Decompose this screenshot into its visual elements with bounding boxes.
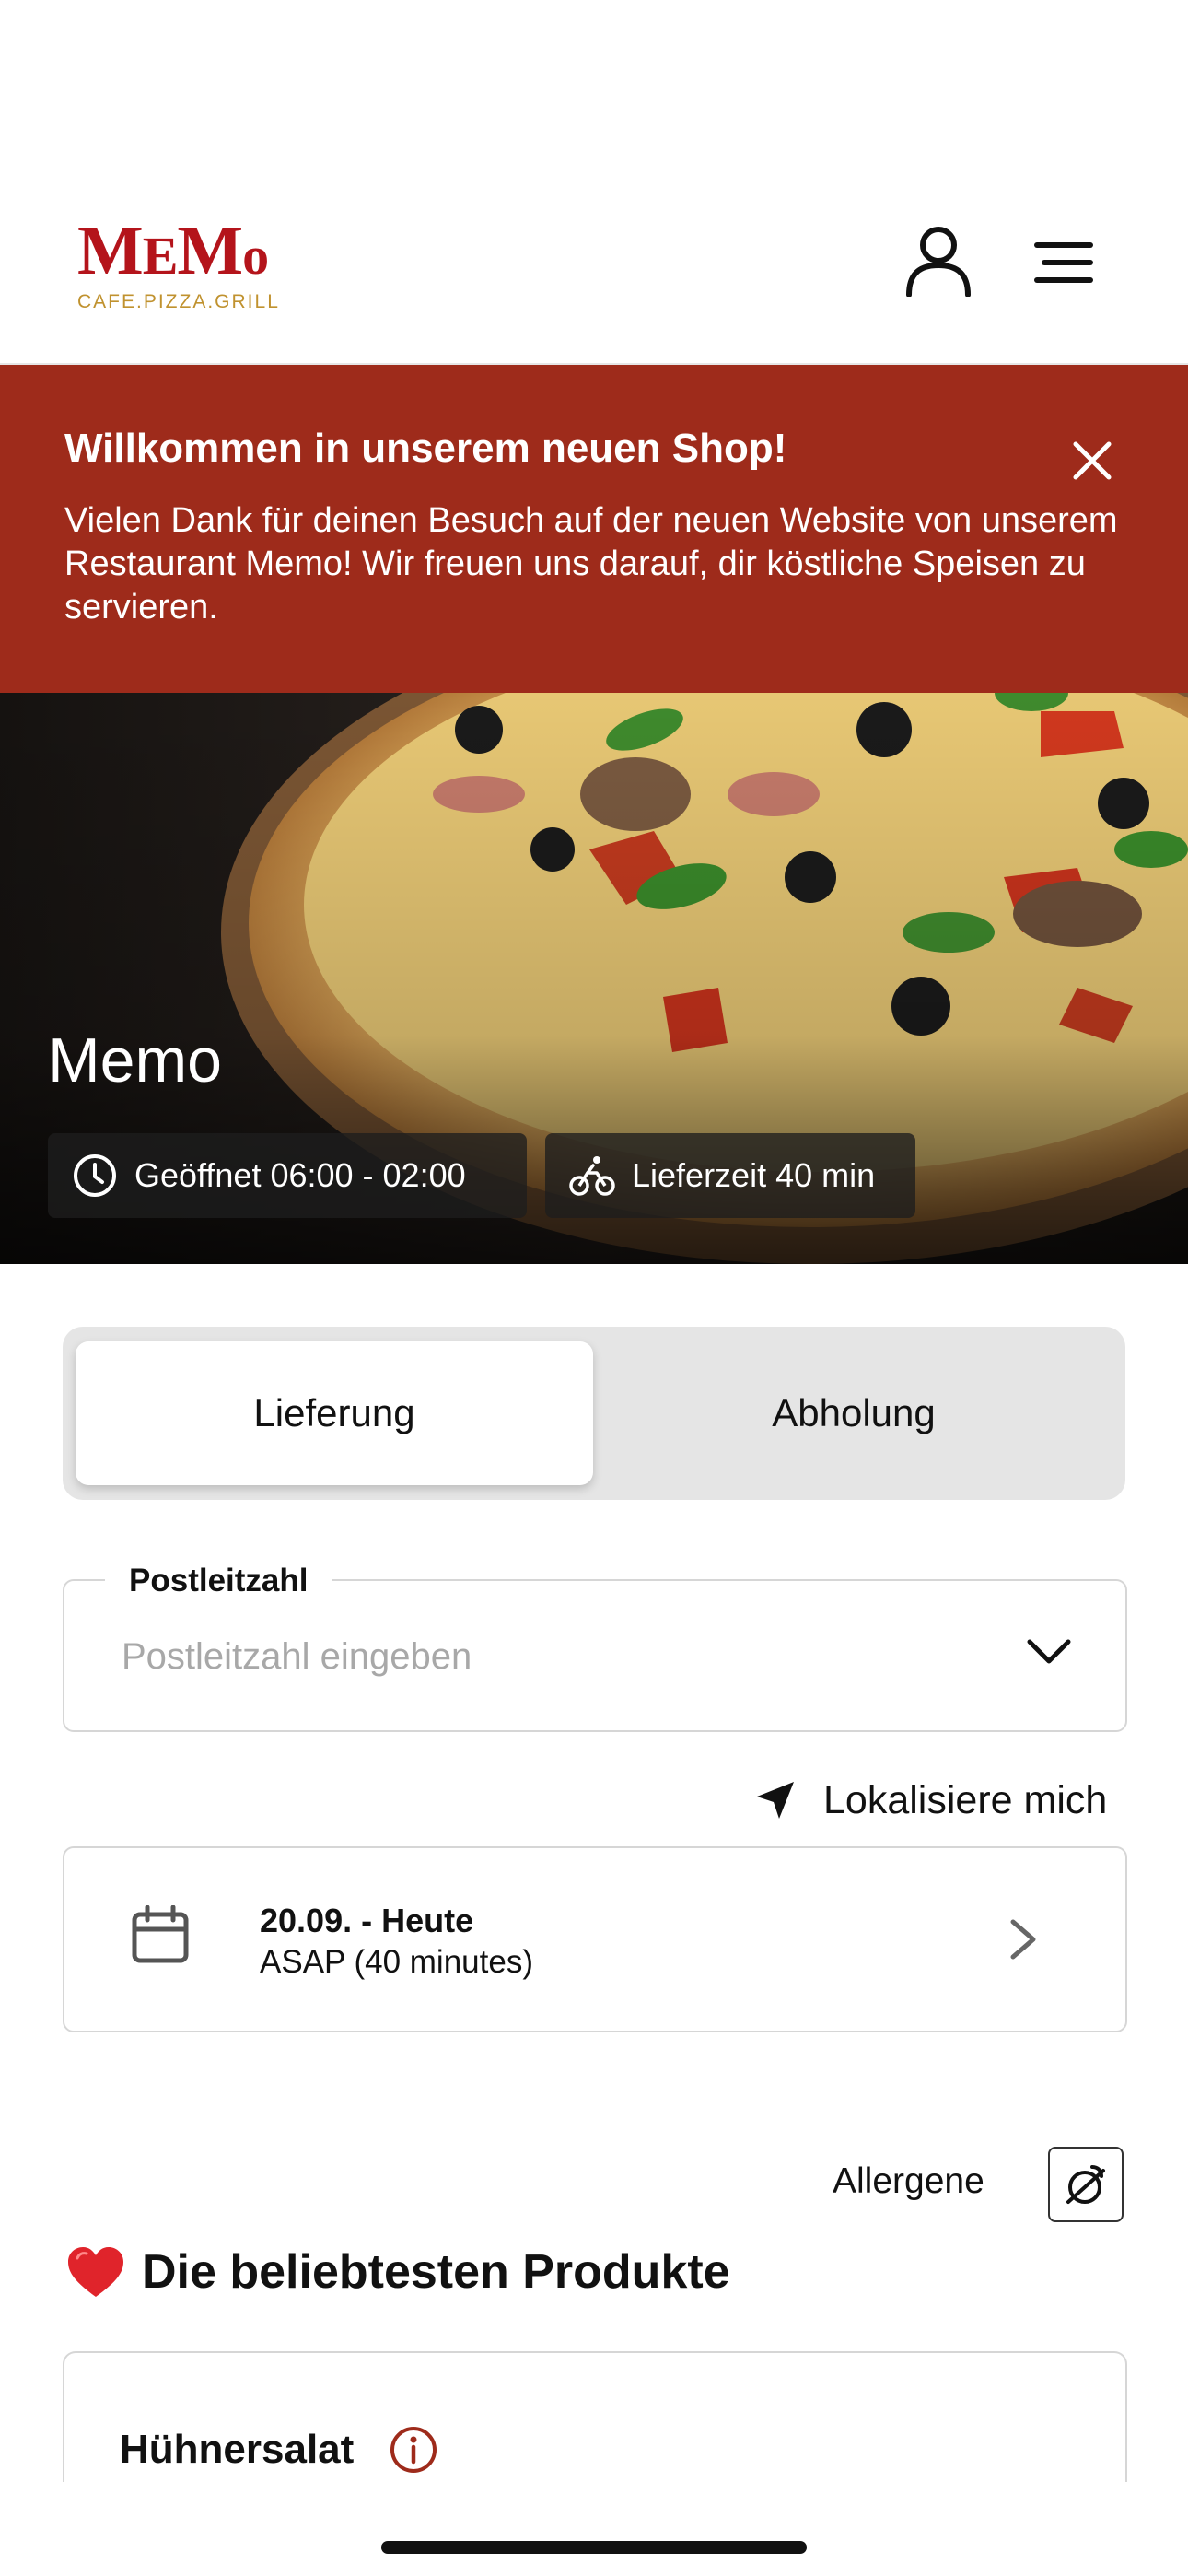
delivery-date-selector[interactable]: 20.09. - Heute ASAP (40 minutes) bbox=[63, 1846, 1127, 2032]
postcode-field[interactable]: Postleitzahl Postleitzahl eingeben bbox=[63, 1563, 1127, 1732]
locate-me-button[interactable]: Lokalisiere mich bbox=[755, 1773, 1107, 1828]
delivery-time-badge: Lieferzeit 40 min bbox=[545, 1133, 915, 1218]
order-mode-toggle: Lieferung Abholung bbox=[63, 1327, 1125, 1500]
popular-products-title: Die beliebtesten Produkte bbox=[142, 2245, 730, 2299]
restaurant-name: Memo bbox=[48, 1025, 222, 1095]
welcome-banner: Willkommen in unserem neuen Shop! Vielen… bbox=[0, 365, 1188, 693]
opening-hours-badge: Geöffnet 06:00 - 02:00 bbox=[48, 1133, 527, 1218]
calendar-icon bbox=[132, 1905, 189, 1963]
chevron-down-icon[interactable] bbox=[1026, 1638, 1072, 1666]
postcode-label: Postleitzahl bbox=[105, 1563, 332, 1599]
bicycle-courier-icon bbox=[569, 1156, 615, 1196]
allergene-label: Allergene bbox=[833, 2161, 984, 2201]
delivery-time-text: Lieferzeit 40 min bbox=[632, 1156, 876, 1194]
opening-hours-text: Geöffnet 06:00 - 02:00 bbox=[134, 1156, 466, 1194]
popular-products-heading: Die beliebtesten Produkte bbox=[66, 2244, 730, 2300]
date-title: 20.09. - Heute bbox=[260, 1902, 474, 1939]
tab-delivery[interactable]: Lieferung bbox=[76, 1341, 593, 1485]
allergene-filter-button[interactable] bbox=[1048, 2147, 1124, 2222]
hero-section: Memo Geöffnet 06:00 - 02:00 Lieferzeit 4… bbox=[0, 693, 1188, 1264]
app-header: MEMo CAFE.PIZZA.GRILL bbox=[0, 0, 1188, 365]
banner-title: Willkommen in unserem neuen Shop! bbox=[64, 426, 787, 471]
info-icon[interactable] bbox=[389, 2425, 438, 2475]
user-icon[interactable] bbox=[903, 225, 974, 297]
locate-me-label: Lokalisiere mich bbox=[823, 1777, 1108, 1822]
logo-tagline: CAFE.PIZZA.GRILL bbox=[77, 291, 280, 312]
menu-icon[interactable] bbox=[1031, 240, 1096, 286]
home-indicator[interactable] bbox=[381, 2541, 807, 2554]
tab-pickup[interactable]: Abholung bbox=[595, 1341, 1112, 1485]
location-arrow-icon bbox=[757, 1782, 794, 1819]
heart-icon bbox=[68, 2247, 123, 2297]
chevron-right-icon bbox=[1010, 1919, 1036, 1960]
product-name: Hühnersalat bbox=[120, 2427, 355, 2472]
bottom-safe-area bbox=[0, 2482, 1188, 2576]
restaurant-logo[interactable]: MEMo CAFE.PIZZA.GRILL bbox=[77, 216, 280, 313]
postcode-input[interactable]: Postleitzahl eingeben bbox=[122, 1636, 472, 1678]
time-subtitle: ASAP (40 minutes) bbox=[260, 1944, 533, 1980]
allergen-icon bbox=[1066, 2165, 1105, 2204]
close-icon[interactable] bbox=[1070, 439, 1114, 483]
clock-icon bbox=[74, 1154, 116, 1197]
logo-wordmark: MEMo bbox=[77, 212, 269, 289]
banner-text: Vielen Dank für deinen Besuch auf der ne… bbox=[64, 501, 1118, 626]
